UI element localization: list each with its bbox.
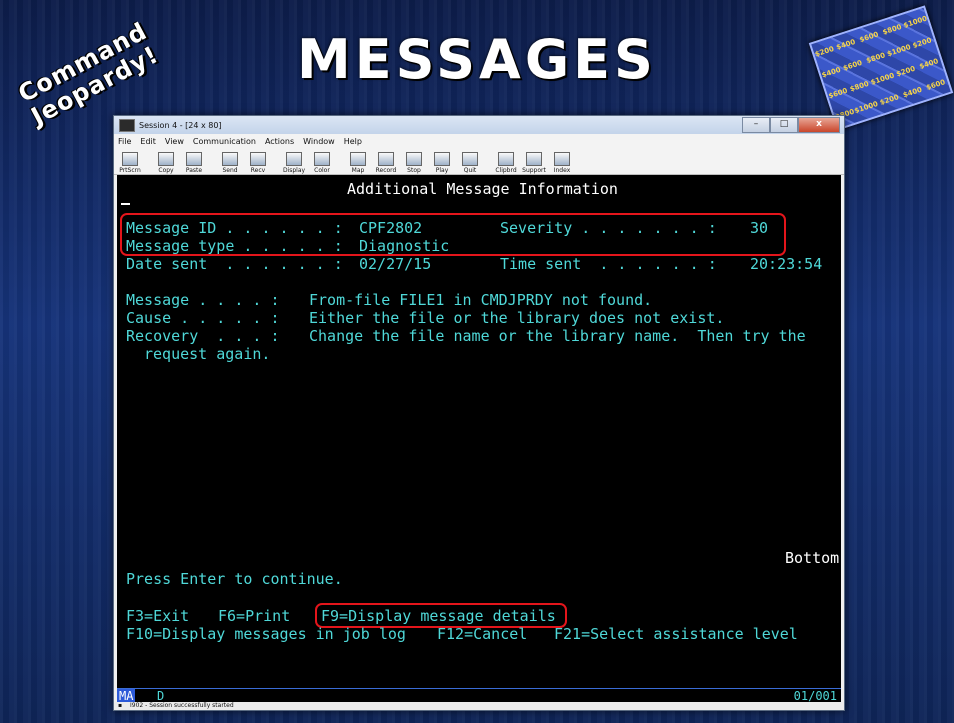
paste-button[interactable]: Paste	[182, 152, 206, 174]
time-sent-label: Time sent . . . . . . :	[500, 255, 717, 273]
menu-file[interactable]: File	[118, 137, 131, 146]
minimize-button[interactable]: –	[742, 117, 770, 133]
date-sent-label: Date sent . . . . . . :	[126, 255, 343, 273]
support-icon	[526, 152, 542, 166]
receive-icon	[250, 152, 266, 166]
message-label: Message . . . . :	[126, 291, 280, 309]
menu-edit[interactable]: Edit	[140, 137, 156, 146]
copy-icon	[158, 152, 174, 166]
map-button[interactable]: Map	[346, 152, 370, 174]
cursor-position: 01/001	[793, 689, 837, 703]
print-screen-icon	[122, 152, 138, 166]
prtscrn-button[interactable]: PrtScrn	[118, 152, 142, 174]
f3-exit-key[interactable]: F3=Exit	[126, 607, 189, 625]
index-icon	[554, 152, 570, 166]
text-cursor	[121, 203, 130, 205]
message-text: From-file FILE1 in CMDJPRDY not found.	[309, 291, 653, 309]
color-icon	[314, 152, 330, 166]
terminal-emulator-window: Session 4 - [24 x 80] – □ x File Edit Vi…	[113, 115, 845, 711]
menu-view[interactable]: View	[165, 137, 184, 146]
maximize-button[interactable]: □	[770, 117, 798, 133]
menu-actions[interactable]: Actions	[265, 137, 294, 146]
send-icon	[222, 152, 238, 166]
stop-icon	[406, 152, 422, 166]
status-message: I902 - Session successfully started	[130, 702, 234, 709]
display-button[interactable]: Display	[282, 152, 306, 174]
menu-help[interactable]: Help	[344, 137, 362, 146]
time-sent-value: 20:23:54	[750, 255, 823, 273]
menu-window[interactable]: Window	[303, 137, 335, 146]
clipbrd-button[interactable]: Clipbrd	[494, 152, 518, 174]
mode-indicator: MA	[117, 689, 136, 703]
recovery-text: Change the file name or the library name…	[309, 327, 806, 345]
terminal-screen[interactable]: Additional Message Information Message I…	[117, 175, 841, 688]
screen-header: Additional Message Information	[347, 180, 618, 198]
close-button[interactable]: x	[798, 117, 840, 133]
window-title: Session 4 - [24 x 80]	[139, 120, 222, 130]
record-icon	[378, 152, 394, 166]
message-id-type-highlight	[120, 213, 786, 256]
session-icon	[119, 118, 135, 132]
f21-assistance-key[interactable]: F21=Select assistance level	[554, 625, 798, 643]
f10-job-log-key[interactable]: F10=Display messages in job log	[126, 625, 406, 643]
copy-button[interactable]: Copy	[154, 152, 178, 174]
quit-button[interactable]: Quit	[458, 152, 482, 174]
status-icon: ▪	[118, 702, 123, 709]
f12-cancel-key[interactable]: F12=Cancel	[437, 625, 527, 643]
menu-communication[interactable]: Communication	[193, 137, 256, 146]
cause-text: Either the file or the library does not …	[309, 309, 725, 327]
send-button[interactable]: Send	[218, 152, 242, 174]
toolbar: PrtScrn Copy Paste Send Recv Display Col…	[114, 148, 844, 175]
recovery-continuation: request again.	[144, 345, 271, 363]
f6-print-key[interactable]: F6=Print	[218, 607, 290, 625]
color-button[interactable]: Color	[310, 152, 334, 174]
clipboard-icon	[498, 152, 514, 166]
bottom-indicator: Bottom	[785, 549, 840, 567]
record-button[interactable]: Record	[374, 152, 398, 174]
status-indicator: D	[157, 689, 165, 703]
window-status-bar: ▪ I902 - Session successfully started	[114, 702, 844, 710]
support-button[interactable]: Support	[522, 152, 546, 174]
map-icon	[350, 152, 366, 166]
recv-button[interactable]: Recv	[246, 152, 270, 174]
paste-icon	[186, 152, 202, 166]
window-titlebar[interactable]: Session 4 - [24 x 80] – □ x	[114, 116, 844, 134]
play-icon	[434, 152, 450, 166]
press-enter-prompt: Press Enter to continue.	[126, 570, 343, 588]
quit-icon	[462, 152, 478, 166]
play-button[interactable]: Play	[430, 152, 454, 174]
date-sent-value: 02/27/15	[359, 255, 432, 273]
slide-title: Messages	[297, 28, 657, 91]
menu-bar: File Edit View Communication Actions Win…	[114, 134, 844, 148]
operator-info-area: MA D 01/001	[117, 688, 841, 703]
recovery-label: Recovery . . . :	[126, 327, 280, 345]
stop-button[interactable]: Stop	[402, 152, 426, 174]
cause-label: Cause . . . . . :	[126, 309, 280, 327]
display-icon	[286, 152, 302, 166]
index-button[interactable]: Index	[550, 152, 574, 174]
